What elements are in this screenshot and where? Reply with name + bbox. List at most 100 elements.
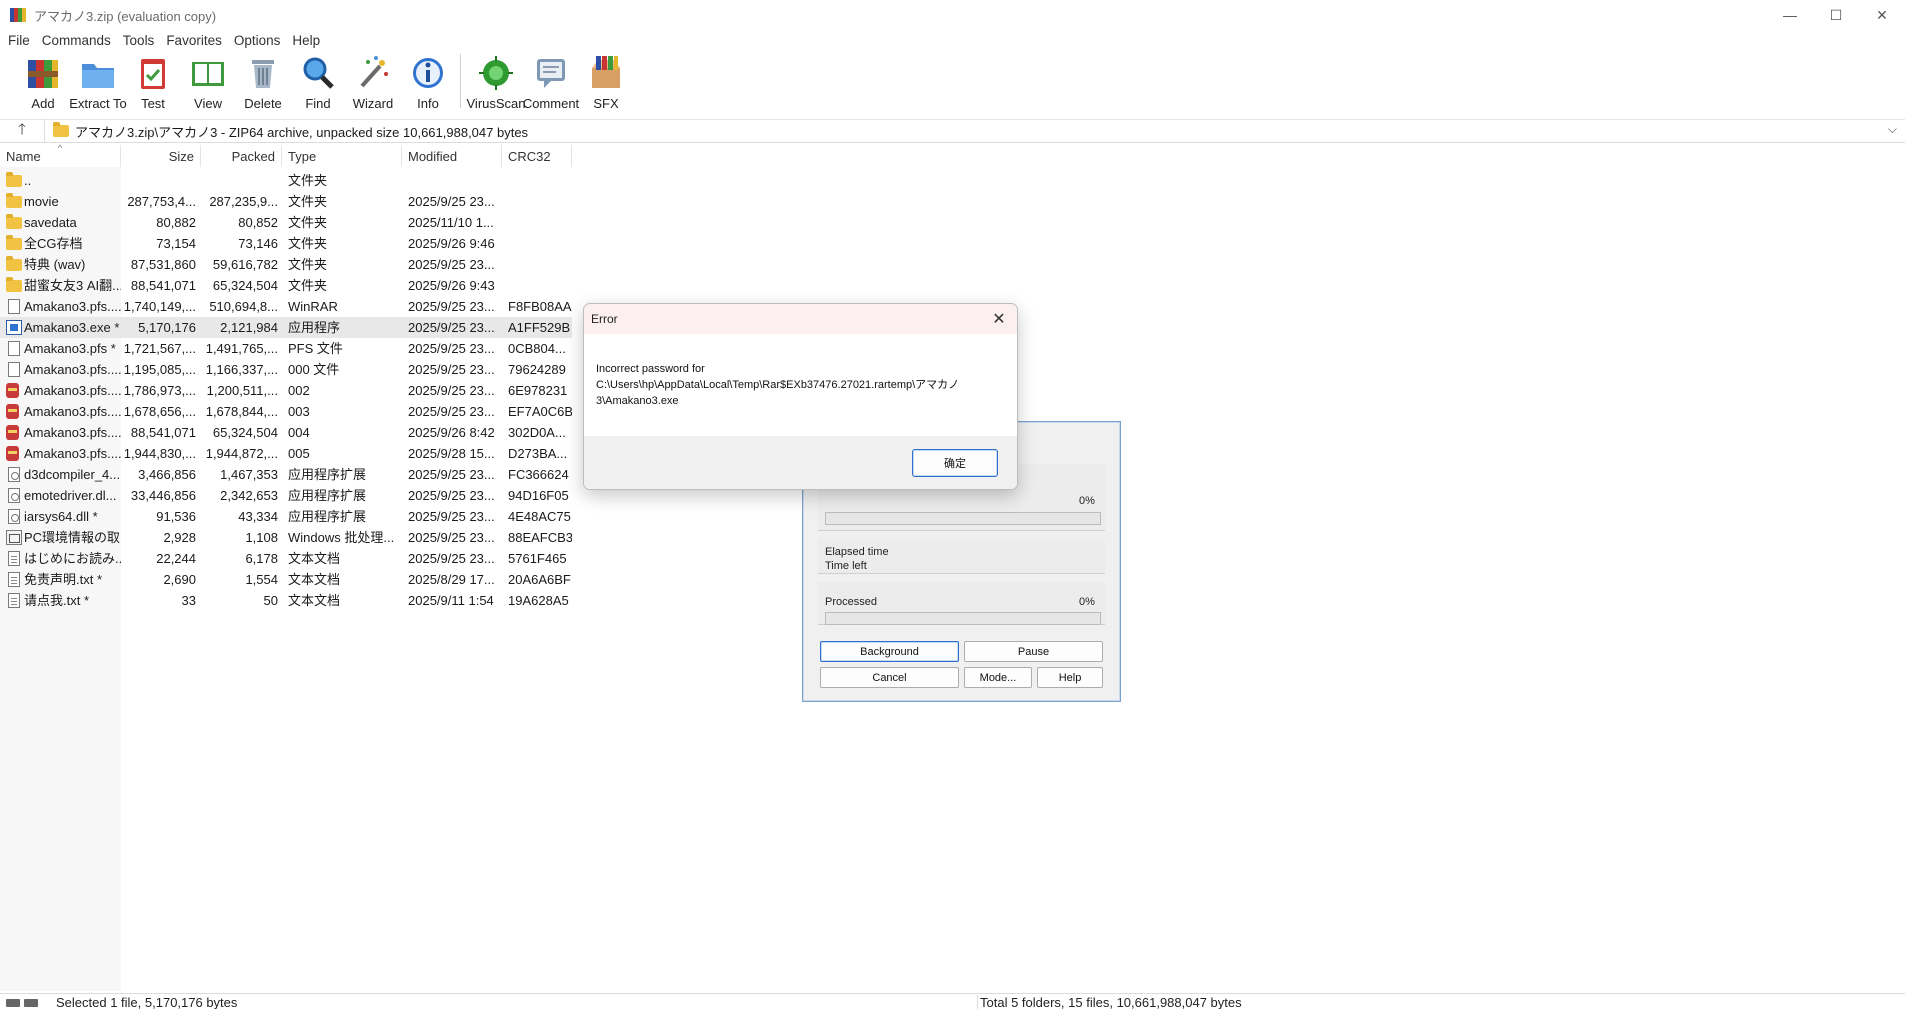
file-crc-cell: 0CB804... [508,341,566,356]
menu-favorites[interactable]: Favorites [166,33,222,48]
file-row[interactable]: 特典 (wav) 87,531,860 59,616,782 文件夹 2025/9/25… [0,254,572,275]
minimize-button[interactable]: — [1767,0,1813,30]
elapsed-time-label: Elapsed time [825,546,889,558]
processed-progress-bar [825,612,1101,625]
file-crc-cell: FC366624 [508,467,569,482]
delete-button[interactable]: Delete [234,52,292,112]
pause-button[interactable]: Pause [964,641,1103,662]
help-button[interactable]: Help [1037,667,1103,688]
file-row[interactable]: Amakano3.exe * 5,170,176 2,121,984 应用程序 2025… [0,317,572,338]
info-icon [413,58,443,88]
virus-scan-icon [479,56,513,90]
close-icon[interactable]: ✕ [987,307,1011,331]
file-row[interactable]: 请点我.txt * 33 50 文本文档 2025/9/11 1:54 19A628A5 [0,590,572,611]
test-button[interactable]: Test [124,52,182,112]
extract-folder-icon [82,64,114,88]
column-packed[interactable]: Packed [201,145,282,167]
file-row[interactable]: d3dcompiler_4... 3,466,856 1,467,353 应用程序扩展… [0,464,572,485]
add-button[interactable]: Add [14,52,72,112]
file-row[interactable]: Amakano3.pfs.... 1,678,656,... 1,678,844,.… [0,401,572,422]
file-row[interactable]: Amakano3.pfs.... 1,786,973,... 1,200,511,.… [0,380,572,401]
cancel-button[interactable]: Cancel [820,667,959,688]
virusscan-button[interactable]: VirusScan [467,52,526,112]
file-packed-cell: 1,554 [245,572,278,587]
info-button[interactable]: Info [399,52,457,112]
file-size-cell: 3,466,856 [138,467,196,482]
view-button[interactable]: View [179,52,237,112]
menu-help[interactable]: Help [292,33,320,48]
address-bar: 🡑 アマカノ3.zip\アマカノ3 - ZIP64 archive, unpac… [0,119,1905,143]
test-clipboard-icon [141,59,165,89]
file-row[interactable]: はじめにお読み... 22,244 6,178 文本文档 2025/9/25 23...… [0,548,572,569]
file-row[interactable]: Amakano3.pfs * 1,721,567,... 1,491,765,...… [0,338,572,359]
window-title: アマカノ3.zip (evaluation copy) [34,8,217,24]
file-size-cell: 1,721,567,... [123,341,196,356]
file-name-cell: Amakano3.pfs.... [24,299,121,314]
sfx-button[interactable]: SFX [577,52,635,112]
file-crc-cell: 79624289 [508,362,566,377]
file-modified-cell: 2025/9/25 23... [408,488,495,503]
menu-tools[interactable]: Tools [123,33,155,48]
file-type-cell: 应用程序扩展 [288,488,367,503]
mode-button[interactable]: Mode... [964,667,1032,688]
file-size-cell: 33,446,856 [130,488,196,503]
file-packed-cell: 1,166,337,... [205,362,278,377]
file-type-cell: 003 [288,404,310,419]
folder-icon [6,277,22,292]
file-row[interactable]: movie 287,753,4... 287,235,9... 文件夹 2025/9/2… [0,191,572,212]
find-button[interactable]: Find [289,52,347,112]
close-window-button[interactable]: ✕ [1859,0,1905,30]
file-name-cell: savedata [24,215,77,230]
error-dialog-title-bar: Error ✕ [584,304,1017,334]
error-message: Incorrect password for C:\Users\hp\AppDa… [596,363,960,407]
column-type[interactable]: Type [282,145,402,167]
file-packed-cell: 65,324,504 [212,425,278,440]
drive-icon [6,998,20,1007]
key-icon[interactable] [24,998,38,1007]
file-row[interactable]: Amakano3.pfs.... 1,740,149,... 510,694,8..… [0,296,572,317]
comment-button[interactable]: Comment [522,52,580,112]
file-row[interactable]: iarsys64.dll * 91,536 43,334 应用程序扩展 2025/9/2… [0,506,572,527]
path-field[interactable]: アマカノ3.zip\アマカノ3 - ZIP64 archive, unpacke… [44,119,1905,143]
chevron-down-icon[interactable]: ⌵ [1888,122,1897,137]
file-row[interactable]: Amakano3.pfs.... 88,541,071 65,324,504 004 2… [0,422,572,443]
file-row[interactable]: emotedriver.dl... 33,446,856 2,342,653 应用程序… [0,485,572,506]
ok-button[interactable]: 确定 [912,449,998,477]
add-archive-icon [28,60,58,88]
file-name-cell: emotedriver.dl... [24,488,117,503]
file-modified-cell: 2025/9/25 23... [408,341,495,356]
wizard-button[interactable]: Wizard [344,52,402,112]
extract-to-button[interactable]: Extract To [69,52,127,112]
selection-status: Selected 1 file, 5,170,176 bytes [56,995,238,1009]
file-row[interactable]: Amakano3.pfs.... 1,944,830,... 1,944,872,.… [0,443,572,464]
file-name-cell: movie [24,194,59,209]
file-size-cell [122,170,196,191]
file-row[interactable]: 全CG存档 73,154 73,146 文件夹 2025/9/26 9:46 [0,233,572,254]
menu-options[interactable]: Options [234,33,281,48]
column-modified[interactable]: Modified [402,145,502,167]
file-icon [8,362,20,377]
file-type-cell: WinRAR [288,299,338,314]
background-button[interactable]: Background [820,641,959,662]
file-row[interactable]: 甜蜜女友3 AI翻... 88,541,071 65,324,504 文件夹 2025/… [0,275,572,296]
file-size-cell: 80,882 [156,215,196,230]
menu-commands[interactable]: Commands [42,33,111,48]
file-size-cell: 88,541,071 [130,425,196,440]
file-row[interactable]: PC環境情報の取... 2,928 1,108 Windows 批处理... 2025/… [0,527,572,548]
file-row[interactable]: Amakano3.pfs.... 1,195,085,... 1,166,337,.… [0,359,572,380]
file-row[interactable]: .. 文件夹 [0,170,572,191]
up-folder-button[interactable]: 🡑 [0,119,44,143]
column-crc32[interactable]: CRC32 [502,145,572,167]
maximize-button[interactable]: ☐ [1813,0,1859,30]
file-crc-cell [508,233,572,254]
rar-archive-icon [6,383,19,398]
file-name-cell: 甜蜜女友3 AI翻... [24,278,121,293]
column-size[interactable]: Size [121,145,201,167]
file-row[interactable]: savedata 80,882 80,852 文件夹 2025/11/10 1... [0,212,572,233]
file-name-cell: PC環境情報の取... [24,530,121,545]
file-type-cell: 文件夹 [288,257,328,272]
menu-file[interactable]: File [8,33,30,48]
total-status: Total 5 folders, 15 files, 10,661,988,04… [977,995,1242,1009]
file-row[interactable]: 免责声明.txt * 2,690 1,554 文本文档 2025/8/29 17... 2… [0,569,572,590]
column-name[interactable]: Name ^ [0,143,121,167]
